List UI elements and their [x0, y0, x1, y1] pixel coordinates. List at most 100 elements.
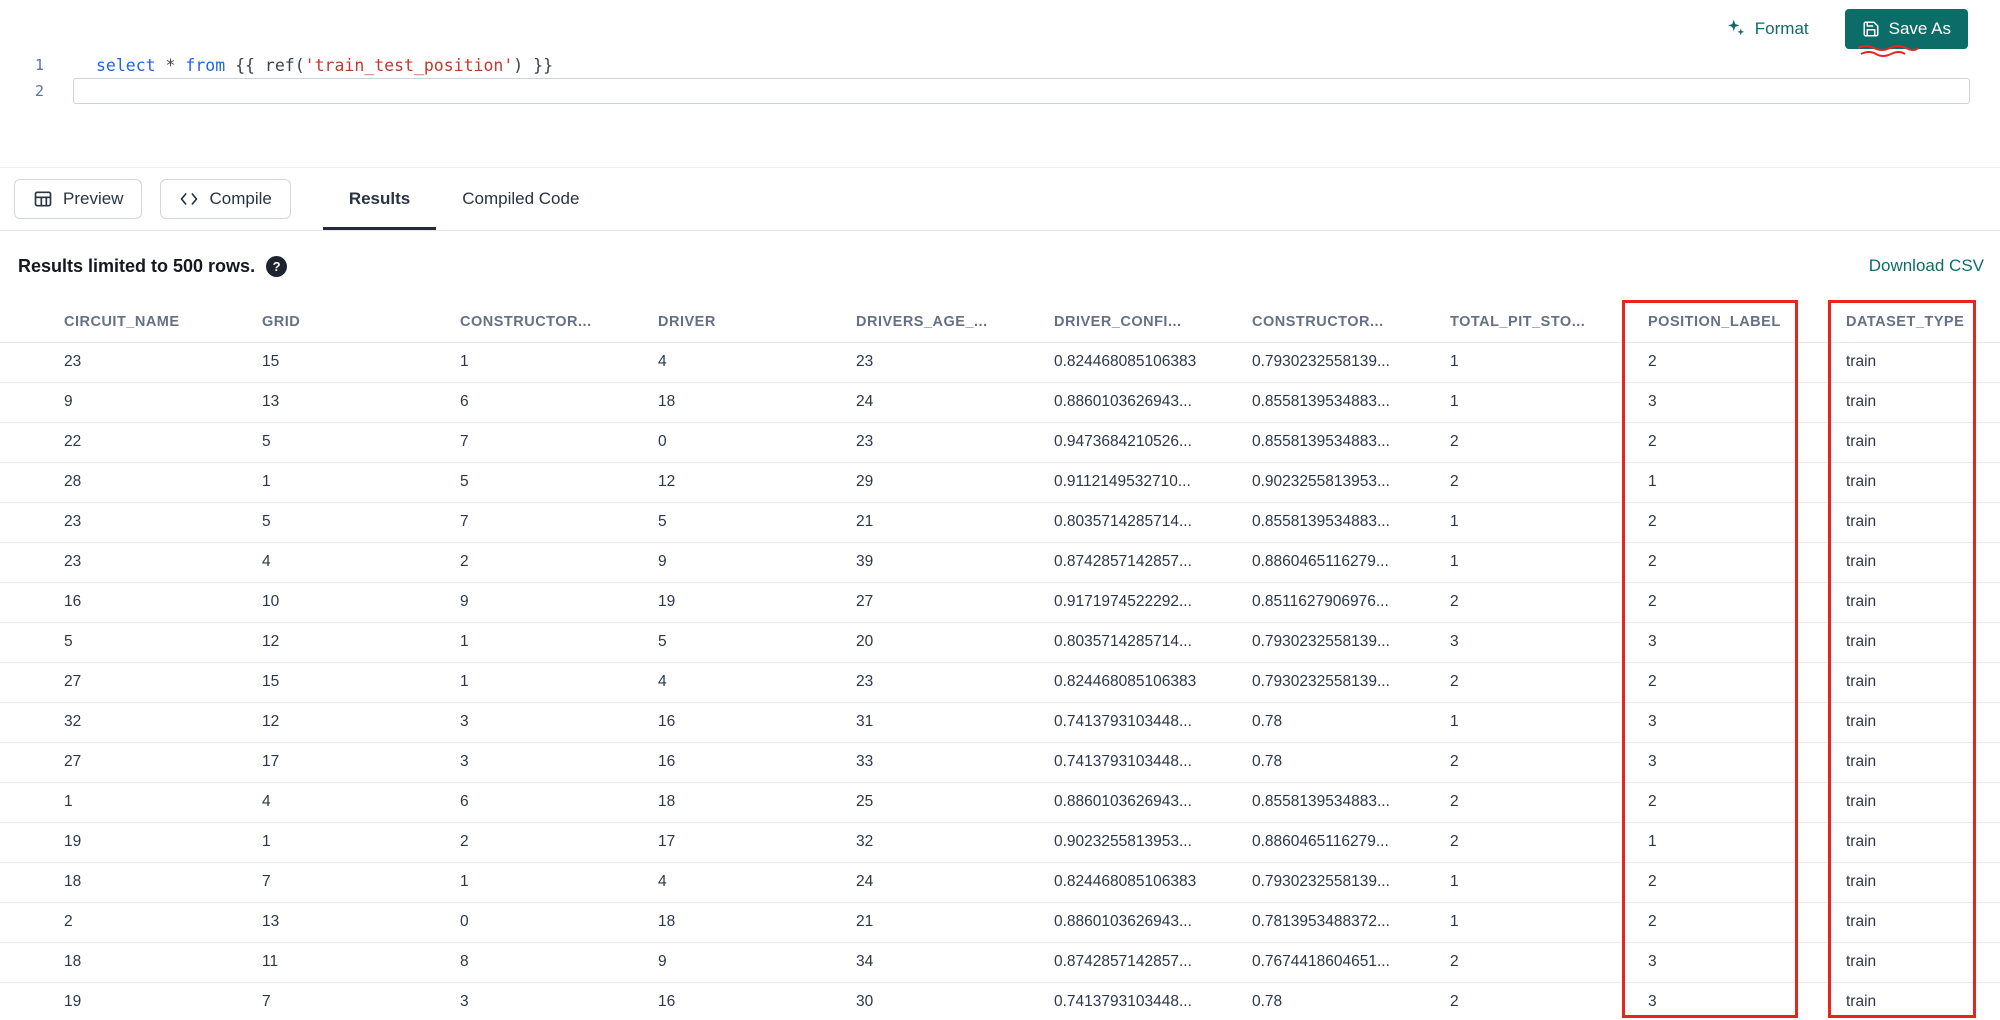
table-row: 32 12 3 16 31 0.7413793103448... 0.78 1 3 train: [0, 702, 2000, 743]
help-icon[interactable]: ?: [266, 255, 288, 277]
table-cell: 27: [0, 662, 262, 703]
table-cell: train: [1846, 622, 2000, 663]
column-header-grid: GRID: [262, 302, 460, 343]
table-cell: 1: [460, 662, 658, 703]
table-cell: 19: [0, 982, 262, 1020]
table-cell: 0.8860465116279...: [1252, 542, 1450, 583]
compile-label: Compile: [209, 189, 272, 208]
results-limit-note: Results limited to 500 rows.: [18, 255, 256, 276]
table-cell: 0.8511627906976...: [1252, 582, 1450, 623]
table-cell: 2: [1648, 582, 1846, 623]
table-cell: 2: [1648, 422, 1846, 463]
table-cell: 2: [1648, 662, 1846, 703]
table-cell: 7: [460, 502, 658, 543]
table-cell: train: [1846, 662, 2000, 703]
tab-compiled-code[interactable]: Compiled Code: [436, 168, 605, 230]
table-cell: 21: [856, 502, 1054, 543]
table-cell: 17: [658, 822, 856, 863]
table-cell: 2: [1450, 662, 1648, 703]
table-cell: train: [1846, 862, 2000, 903]
table-cell: 9: [460, 582, 658, 623]
table-cell: 0.8860465116279...: [1252, 822, 1450, 863]
table-cell: 23: [856, 662, 1054, 703]
table-cell: 16: [658, 742, 856, 783]
table-row: 27 17 3 16 33 0.7413793103448... 0.78 2 3 train: [0, 742, 2000, 783]
table-cell: 18: [658, 902, 856, 943]
table-cell: 0.7930232558139...: [1252, 862, 1450, 903]
table-cell: 2: [1450, 782, 1648, 823]
table-cell: 3: [1648, 982, 1846, 1020]
table-cell: 8: [460, 942, 658, 983]
table-cell: 3: [1648, 622, 1846, 663]
table-cell: 7: [460, 422, 658, 463]
sql-keyword-select: select: [96, 55, 156, 75]
table-cell: 0.8035714285714...: [1054, 502, 1252, 543]
table-cell: 13: [262, 902, 460, 943]
table-cell: 29: [856, 462, 1054, 503]
table-cell: 1: [460, 342, 658, 383]
table-cell: 1: [1450, 502, 1648, 543]
table-cell: 23: [0, 542, 262, 583]
table-row: 18 11 8 9 34 0.8742857142857... 0.767441860465…: [0, 942, 2000, 983]
table-cell: 7: [262, 982, 460, 1020]
table-grid-icon: [33, 189, 53, 209]
active-line-highlight: [73, 78, 1970, 104]
table-cell: 2: [460, 542, 658, 583]
download-csv-link[interactable]: Download CSV: [1869, 256, 1984, 276]
results-table-container[interactable]: CIRCUIT_NAME GRID CONSTRUCTOR... DRIVER DRIV…: [0, 302, 2000, 1020]
table-cell: 2: [1450, 582, 1648, 623]
table-cell: 2: [1648, 782, 1846, 823]
column-header-circuit-name: CIRCUIT_NAME: [0, 302, 262, 343]
table-row: 9 13 6 18 24 0.8860103626943... 0.855813953488…: [0, 382, 2000, 423]
preview-button[interactable]: Preview: [14, 179, 143, 219]
table-cell: train: [1846, 902, 2000, 943]
results-table-body: 23 15 1 4 23 0.824468085106383 0.7930232558139…: [0, 342, 2000, 1020]
compile-button[interactable]: Compile: [160, 179, 291, 219]
table-row: 5 12 1 5 20 0.8035714285714... 0.7930232558139…: [0, 622, 2000, 663]
sparkles-icon: [1725, 18, 1746, 39]
table-cell: 1: [1450, 542, 1648, 583]
table-row: 16 10 9 19 27 0.9171974522292... 0.85116279069…: [0, 582, 2000, 623]
format-button[interactable]: Format: [1719, 17, 1815, 40]
table-cell: 18: [0, 942, 262, 983]
table-cell: 1: [460, 622, 658, 663]
ref-function-token: ref(: [264, 55, 305, 75]
table-cell: 1: [1648, 822, 1846, 863]
table-cell: 24: [856, 382, 1054, 423]
table-cell: 28: [0, 462, 262, 503]
table-cell: 0.8558139534883...: [1252, 382, 1450, 423]
table-cell: 0.78: [1252, 742, 1450, 783]
table-cell: 3: [1648, 942, 1846, 983]
table-cell: 34: [856, 942, 1054, 983]
table-cell: train: [1846, 422, 2000, 463]
table-row: 27 15 1 4 23 0.824468085106383 0.7930232558139…: [0, 662, 2000, 703]
table-cell: 0.9023255813953...: [1252, 462, 1450, 503]
table-cell: 1: [460, 862, 658, 903]
save-as-button[interactable]: Save As: [1844, 8, 1968, 49]
sql-ide-query-panel: Format Save As 1 2 select * from {{ ref(…: [0, 0, 2000, 1020]
table-cell: 0.7930232558139...: [1252, 342, 1450, 383]
table-cell: 15: [262, 342, 460, 383]
table-cell: train: [1846, 462, 2000, 503]
column-header-driver-confi: DRIVER_CONFI...: [1054, 302, 1252, 343]
table-cell: train: [1846, 382, 2000, 423]
table-cell: 3: [460, 982, 658, 1020]
table-cell: 4: [658, 342, 856, 383]
table-cell: 19: [658, 582, 856, 623]
table-cell: 9: [0, 382, 262, 423]
tab-results[interactable]: Results: [323, 168, 436, 230]
table-cell: 21: [856, 902, 1054, 943]
table-cell: 16: [658, 702, 856, 743]
table-cell: 0.824468085106383: [1054, 662, 1252, 703]
table-cell: 9: [658, 542, 856, 583]
results-panel-header: Preview Compile Results Compiled Code: [0, 167, 2000, 231]
tab-compiled-code-label: Compiled Code: [462, 189, 580, 208]
table-cell: 0.7930232558139...: [1252, 662, 1450, 703]
table-cell: 33: [856, 742, 1054, 783]
sql-editor[interactable]: 1 2 select * from {{ ref('train_test_pos…: [0, 0, 2000, 167]
table-cell: 23: [0, 502, 262, 543]
table-cell: 39: [856, 542, 1054, 583]
table-cell: train: [1846, 822, 2000, 863]
table-cell: 2: [1450, 422, 1648, 463]
column-header-total-pit-sto: TOTAL_PIT_STO...: [1450, 302, 1648, 343]
